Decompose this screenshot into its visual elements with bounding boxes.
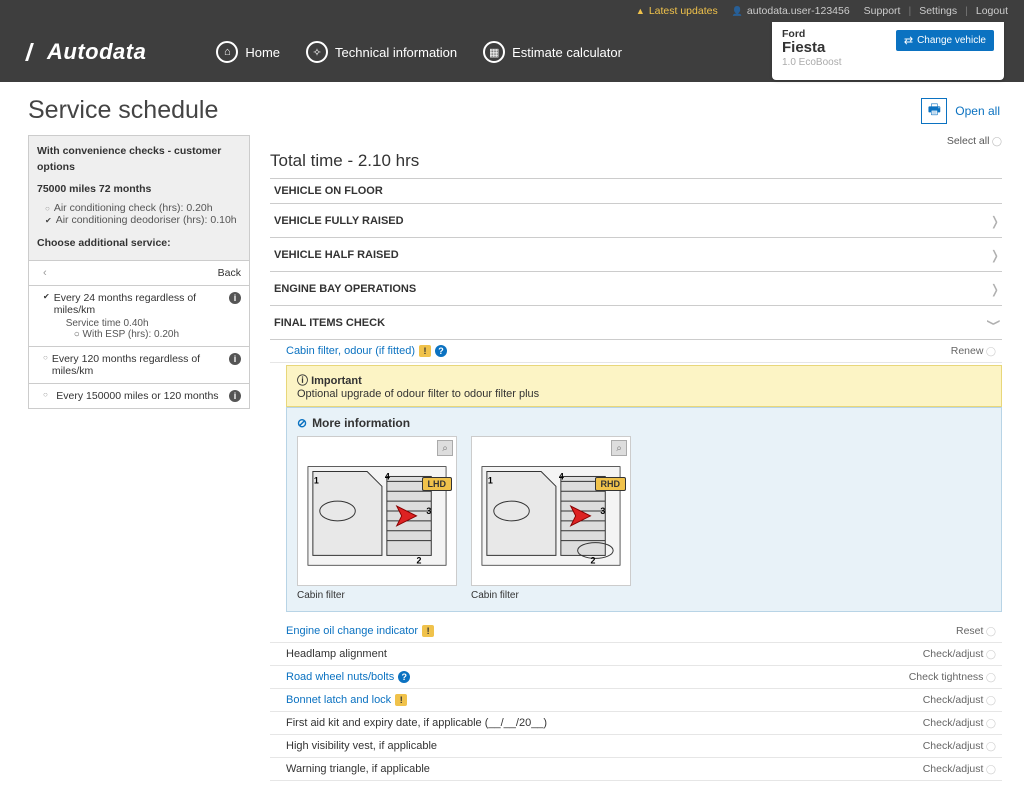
chevron-right-icon: › <box>992 236 998 274</box>
home-icon: ⌂ <box>216 41 238 63</box>
info-icon[interactable]: i <box>229 353 241 365</box>
service-item: High visibility vest, if applicable Check… <box>270 735 1002 758</box>
svg-text:4: 4 <box>385 471 390 481</box>
item-label: Warning triangle, if applicable <box>286 763 430 775</box>
item-label[interactable]: Engine oil change indicator! <box>286 625 434 637</box>
item-action[interactable]: Renew <box>951 345 996 357</box>
info-icon[interactable]: i <box>229 292 241 304</box>
important-title: Important <box>297 372 991 388</box>
item-label: Headlamp alignment <box>286 648 387 660</box>
zoom-icon[interactable]: ⌕ <box>437 440 453 456</box>
svg-text:4: 4 <box>559 471 564 481</box>
stage-vehicle-floor[interactable]: VEHICLE ON FLOOR <box>270 178 1002 204</box>
more-info-header[interactable]: More information <box>297 416 991 430</box>
item-action[interactable]: Check tightness <box>909 671 996 683</box>
important-notice: Important Optional upgrade of odour filt… <box>286 365 1002 407</box>
wrench-icon: ✧ <box>306 41 328 63</box>
sidebar-esp[interactable]: With ESP (hrs): 0.20h <box>83 329 180 340</box>
help-badge-icon[interactable]: ? <box>435 345 447 357</box>
brand-logo[interactable]: Autodata <box>28 39 146 65</box>
sidebar-option-24m[interactable]: Every 24 months regardless of miles/km S… <box>29 286 249 347</box>
help-badge-icon[interactable]: ? <box>398 671 410 683</box>
item-action[interactable]: Check/adjust <box>923 763 996 775</box>
diagram-caption: Cabin filter <box>297 590 457 601</box>
stage-vehicle-full-raised[interactable]: VEHICLE FULLY RAISED› <box>270 203 1002 238</box>
item-action[interactable]: Check/adjust <box>923 740 996 752</box>
service-item-cabin-filter: Cabin filter, odour (if fitted)!? Renew <box>270 340 1002 363</box>
info-badge-icon[interactable]: ! <box>395 694 407 706</box>
svg-text:1: 1 <box>488 475 493 485</box>
info-icon[interactable]: i <box>229 390 241 402</box>
item-action[interactable]: Check/adjust <box>923 648 996 660</box>
service-options-sidebar: With convenience checks - customer optio… <box>28 135 250 409</box>
sidebar-option-120m[interactable]: Every 120 months regardless of miles/kmi <box>29 347 249 384</box>
sidebar-back[interactable]: Back <box>29 261 249 286</box>
support-link[interactable]: Support <box>864 5 901 17</box>
more-information-panel: More information ⌕ LHD 1 <box>286 407 1002 612</box>
important-body: Optional upgrade of odour filter to odou… <box>297 388 991 400</box>
cabin-filter-diagram: 1 4 2 3 <box>298 437 456 585</box>
item-action[interactable]: Reset <box>956 625 996 637</box>
stage-engine-bay[interactable]: ENGINE BAY OPERATIONS› <box>270 271 1002 306</box>
item-label: High visibility vest, if applicable <box>286 740 437 752</box>
chevron-down-icon: › <box>976 320 1014 326</box>
item-label[interactable]: Road wheel nuts/bolts? <box>286 671 410 683</box>
item-action[interactable]: Check/adjust <box>923 717 996 729</box>
sidebar-heading: With convenience checks - customer optio… <box>37 144 241 176</box>
user-account-link[interactable]: autodata.user-123456 <box>732 5 850 17</box>
lhd-tag: LHD <box>422 477 453 491</box>
vehicle-card: Ford Fiesta 1.0 EcoBoost Change vehicle <box>772 22 1004 80</box>
vehicle-model: Fiesta <box>782 40 841 57</box>
info-badge-icon[interactable]: ! <box>419 345 431 357</box>
diagram-caption: Cabin filter <box>471 590 631 601</box>
sidebar-condition-1[interactable]: Air conditioning check (hrs): 0.20h <box>45 202 241 214</box>
sidebar-choose-label: Choose additional service: <box>37 236 241 252</box>
svg-text:2: 2 <box>416 555 421 565</box>
diagram-lhd: ⌕ LHD 1 4 2 3 <box>297 436 457 586</box>
change-vehicle-button[interactable]: Change vehicle <box>896 30 994 51</box>
select-all[interactable]: Select all <box>270 135 1002 147</box>
service-item: Headlamp alignment Check/adjust <box>270 643 1002 666</box>
logout-link[interactable]: Logout <box>976 5 1008 17</box>
item-label[interactable]: Cabin filter, odour (if fitted)!? <box>286 345 447 357</box>
page-title: Service schedule <box>28 96 218 125</box>
svg-text:1: 1 <box>314 475 319 485</box>
sidebar-condition-2[interactable]: Air conditioning deodoriser (hrs): 0.10h <box>45 214 241 226</box>
service-item: Road wheel nuts/bolts? Check tightness <box>270 666 1002 689</box>
stage-vehicle-half-raised[interactable]: VEHICLE HALF RAISED› <box>270 237 1002 272</box>
service-item: Warning triangle, if applicable Check/adj… <box>270 758 1002 781</box>
item-action[interactable]: Check/adjust <box>923 694 996 706</box>
nav-home[interactable]: ⌂Home <box>216 41 280 63</box>
vehicle-engine: 1.0 EcoBoost <box>782 57 841 68</box>
diagram-rhd: ⌕ RHD 1 4 2 3 <box>471 436 631 586</box>
latest-updates-link[interactable]: Latest updates <box>636 5 718 17</box>
rhd-tag: RHD <box>595 477 627 491</box>
main-navbar: Autodata ⌂Home ✧Technical information ▦E… <box>0 22 1024 82</box>
main-content: Select all Total time - 2.10 hrs VEHICLE… <box>270 135 1002 781</box>
top-utility-bar: Latest updates autodata.user-123456 Supp… <box>0 0 1024 22</box>
info-badge-icon[interactable]: ! <box>422 625 434 637</box>
print-button[interactable]: 🖶 <box>921 98 947 124</box>
chevron-right-icon: › <box>992 270 998 308</box>
sidebar-interval: 75000 miles 72 months <box>37 182 241 198</box>
zoom-icon[interactable]: ⌕ <box>611 440 627 456</box>
open-all-link[interactable]: Open all <box>955 104 1000 118</box>
total-time: Total time - 2.10 hrs <box>270 151 1002 171</box>
service-item: Bonnet latch and lock! Check/adjust <box>270 689 1002 712</box>
chevron-right-icon: › <box>992 202 998 240</box>
nav-estimate[interactable]: ▦Estimate calculator <box>483 41 622 63</box>
settings-link[interactable]: Settings <box>919 5 957 17</box>
item-label: First aid kit and expiry date, if applic… <box>286 717 547 729</box>
sidebar-option-150k[interactable]: Every 150000 miles or 120 monthsi <box>29 384 249 408</box>
item-label[interactable]: Bonnet latch and lock! <box>286 694 407 706</box>
calculator-icon: ▦ <box>483 41 505 63</box>
stage-final-items[interactable]: FINAL ITEMS CHECK› <box>270 305 1002 340</box>
sidebar-service-time: Service time 0.40h <box>66 318 223 329</box>
svg-text:2: 2 <box>590 555 595 565</box>
nav-technical[interactable]: ✧Technical information <box>306 41 457 63</box>
service-item: First aid kit and expiry date, if applic… <box>270 712 1002 735</box>
svg-text:3: 3 <box>600 506 605 516</box>
cabin-filter-diagram: 1 4 2 3 <box>472 437 630 585</box>
svg-text:3: 3 <box>426 506 431 516</box>
